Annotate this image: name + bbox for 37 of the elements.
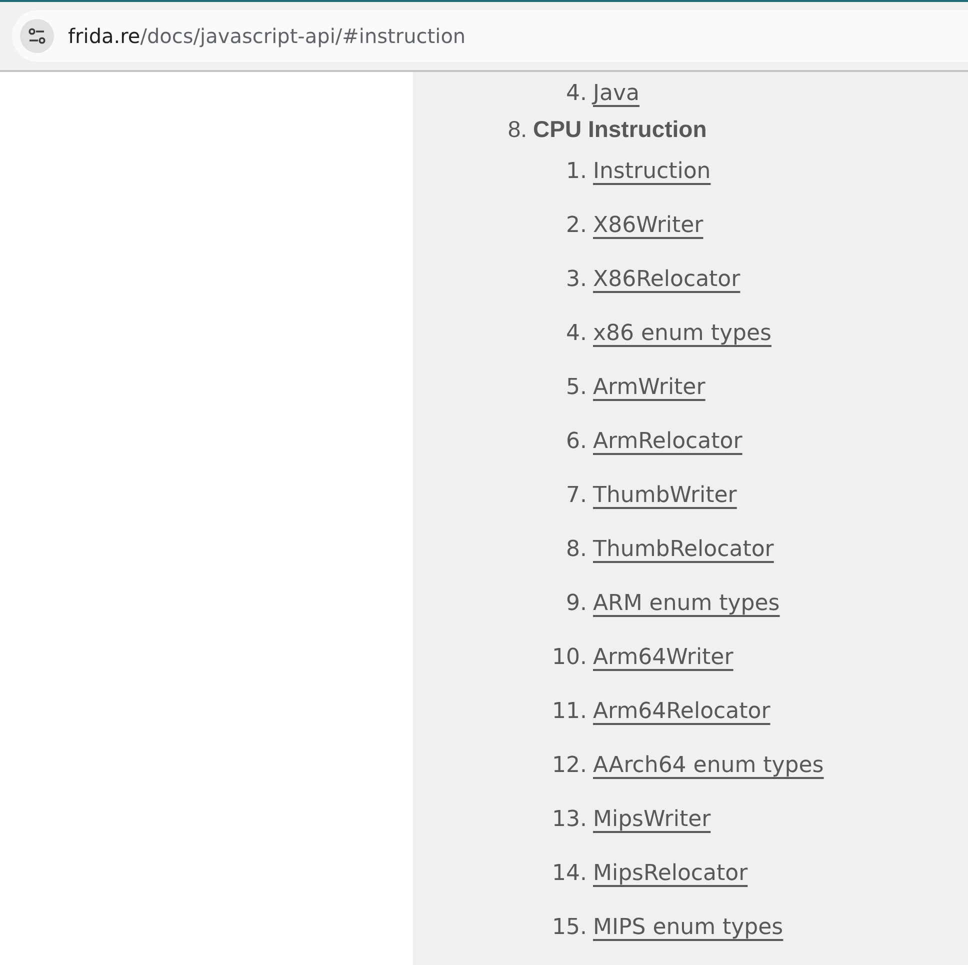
toc-link[interactable]: X86Relocator — [593, 262, 740, 296]
url-text: frida.re/docs/javascript-api/#instruction — [68, 23, 466, 50]
list-number: 10. — [551, 644, 587, 672]
toc-link[interactable]: Arm64Writer — [593, 640, 734, 674]
list-number: 9. — [565, 590, 587, 618]
list-number: 4. — [565, 80, 587, 108]
toc-link[interactable]: Arm64Relocator — [593, 694, 770, 728]
toc-link[interactable]: ThumbWriter — [593, 478, 737, 512]
toc-link[interactable]: Java — [593, 76, 640, 110]
list-number: 12. — [551, 752, 587, 780]
toc-link[interactable]: ArmWriter — [593, 370, 706, 404]
toc-link[interactable]: MipsRelocator — [593, 856, 748, 890]
list-number: 5. — [565, 374, 587, 402]
list-number: 13. — [551, 806, 587, 834]
list-number: 6. — [565, 428, 587, 456]
list-number: 2. — [565, 212, 587, 240]
toc-link[interactable]: MipsWriter — [593, 802, 711, 836]
list-number: 4. — [565, 320, 587, 348]
sliders-icon[interactable] — [20, 19, 54, 53]
list-number: 3. — [565, 266, 587, 294]
toc-link[interactable]: ARM enum types — [593, 586, 780, 620]
list-number: 11. — [551, 698, 587, 726]
address-field[interactable]: frida.re/docs/javascript-api/#instruction — [12, 10, 968, 62]
list-number: 1. — [565, 158, 587, 186]
toc-link[interactable]: X86Writer — [593, 208, 704, 242]
toc-link[interactable]: AArch64 enum types — [593, 748, 824, 782]
list-number: 14. — [551, 860, 587, 888]
list-number: 15. — [551, 914, 587, 942]
toc-link[interactable]: MIPS enum types — [593, 910, 784, 944]
toc-link[interactable]: ThumbRelocator — [593, 532, 774, 566]
toc-link[interactable]: Instruction — [593, 154, 711, 188]
toc-link[interactable]: ArmRelocator — [593, 424, 742, 458]
list-number: 7. — [565, 482, 587, 510]
toc-link[interactable]: x86 enum types — [593, 316, 772, 350]
section-heading: CPU Instruction — [533, 114, 707, 144]
list-number: 8. — [506, 114, 527, 144]
list-number: 8. — [565, 536, 587, 564]
